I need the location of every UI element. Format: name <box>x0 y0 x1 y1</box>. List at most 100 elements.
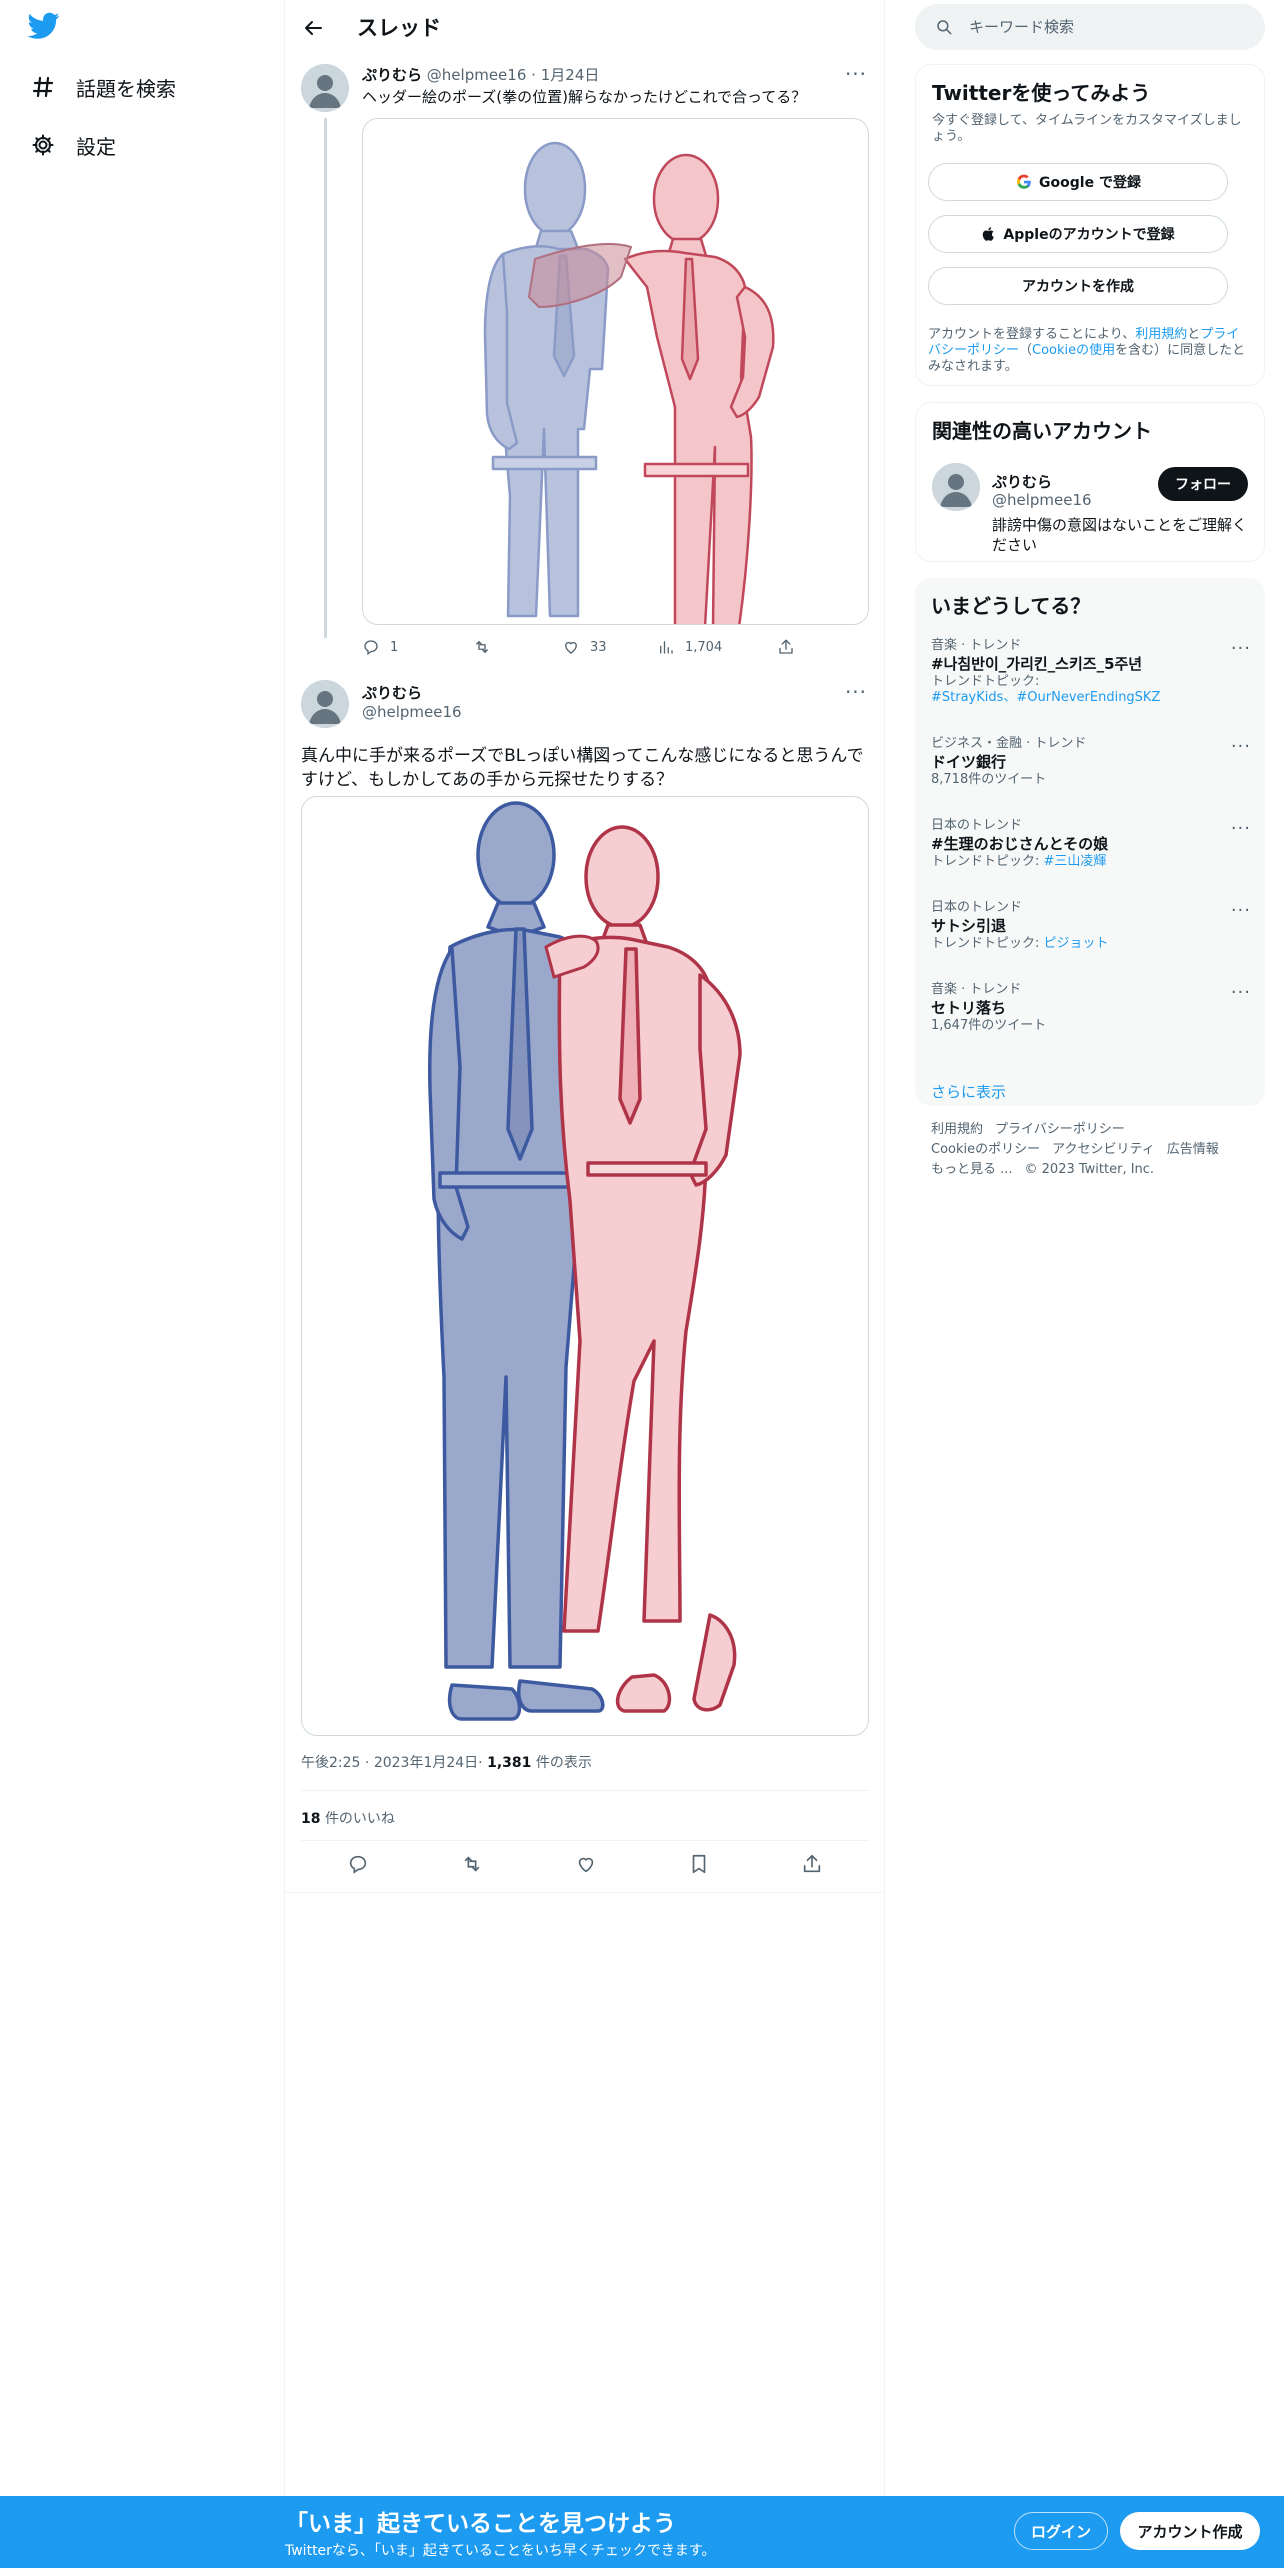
view-count: 1,381 <box>487 1755 532 1771</box>
nav-explore[interactable]: 話題を検索 <box>28 62 176 112</box>
bookmark-icon[interactable] <box>688 1853 710 1879</box>
search-box[interactable] <box>915 4 1265 50</box>
author-handle[interactable]: @helpmee16 <box>362 703 462 721</box>
thread-connector-line <box>324 118 327 638</box>
trend-item[interactable]: 日本のトレンド #生理のおじさんとその娘 トレンドトピック: #三山凌輝 <box>931 818 1251 870</box>
trend-item[interactable]: 音楽 · トレンド #나침반이_가리킨_스키즈_5주년 トレンドトピック: #S… <box>931 638 1251 706</box>
related-accounts-card: 関連性の高いアカウント ぷりむら @helpmee16 フォロー 誹謗中傷の意図… <box>915 402 1265 562</box>
tweet-text: ヘッダー絵のポーズ(拳の位置)解らなかったけどこれで合ってる？ <box>362 88 807 106</box>
heart-icon[interactable] <box>575 1853 597 1879</box>
apple-signup-button[interactable]: Appleのアカウントで登録 <box>928 215 1228 253</box>
apple-signup-label: Appleのアカウントで登録 <box>1003 227 1175 243</box>
follow-button[interactable]: フォロー <box>1158 467 1248 501</box>
reply-button[interactable]: 1 <box>362 638 472 656</box>
trends-card: いまどうしてる？ 音楽 · トレンド #나침반이_가리킨_스키즈_5주년 トレン… <box>915 578 1265 1106</box>
share-icon[interactable] <box>801 1853 823 1879</box>
footer-accessibility[interactable]: アクセシビリティ <box>1052 1142 1155 1157</box>
footer-privacy[interactable]: プライバシーポリシー <box>995 1122 1125 1137</box>
tweet-image[interactable] <box>362 118 869 625</box>
tweet-timestamp: 午後2:25 · 2023年1月24日· 1,381 件の表示 <box>301 1755 592 1771</box>
like-count: 18 <box>301 1811 321 1827</box>
more-options-icon[interactable]: ··· <box>841 62 871 86</box>
author-name[interactable]: ぷりむら <box>362 682 422 703</box>
more-options-icon[interactable]: ··· <box>841 680 871 704</box>
hashtag-icon <box>28 72 58 102</box>
retweet-icon[interactable] <box>460 1853 484 1879</box>
like-count-label: 件のいいね <box>324 1811 395 1827</box>
trends-title: いまどうしてる？ <box>931 594 1091 618</box>
reply-icon[interactable] <box>347 1853 369 1879</box>
more-options-icon[interactable]: ··· <box>1231 900 1251 921</box>
heart-icon <box>565 641 577 654</box>
tweet-date[interactable]: 1月24日 <box>541 66 600 84</box>
analytics-icon <box>660 641 673 654</box>
terms-link[interactable]: 利用規約 <box>1135 327 1187 342</box>
reply-count: 1 <box>390 639 399 655</box>
tweet-actions: 1 33 1,704 <box>362 638 842 656</box>
search-input[interactable] <box>967 17 1237 37</box>
more-options-icon[interactable]: ··· <box>1231 638 1251 659</box>
google-signup-button[interactable]: Google で登録 <box>928 163 1228 201</box>
tweet-date[interactable]: 2023年1月24日 <box>374 1755 478 1771</box>
login-button[interactable]: ログイン <box>1014 2512 1108 2550</box>
related-name[interactable]: ぷりむら <box>992 471 1052 492</box>
avatar[interactable] <box>301 64 349 112</box>
related-bio: 誹謗中傷の意図はないことをご理解ください <box>992 516 1248 554</box>
share-button[interactable] <box>777 638 805 656</box>
more-options-icon[interactable]: ··· <box>1231 982 1251 1003</box>
retweet-icon <box>476 640 488 654</box>
related-handle[interactable]: @helpmee16 <box>992 491 1092 509</box>
reply-icon <box>364 640 378 656</box>
views-button[interactable]: 1,704 <box>657 638 777 656</box>
thread-header: スレッド <box>285 0 885 54</box>
signup-legal-text: アカウントを登録することにより、利用規約とプライバシーポリシー（Cookieの使… <box>928 327 1246 374</box>
author-name[interactable]: ぷりむら <box>362 66 422 84</box>
signup-card-title: Twitterを使ってみよう <box>932 81 1151 105</box>
like-count: 33 <box>590 639 607 655</box>
divider <box>285 1892 885 1893</box>
footer-cookie[interactable]: Cookieのポリシー <box>931 1142 1040 1157</box>
retweet-button[interactable] <box>472 638 562 656</box>
signup-banner: 「いま」起きていることを見つけよう Twitterなら、「いま」起きていることを… <box>0 2496 1284 2568</box>
signup-button[interactable]: アカウント作成 <box>1120 2512 1260 2550</box>
apple-icon <box>983 227 995 241</box>
footer-more[interactable]: もっと見る ... <box>931 1162 1013 1177</box>
footer-links: 利用規約 プライバシーポリシー Cookieのポリシー アクセシビリティ 広告情報 も… <box>931 1120 1261 1180</box>
avatar[interactable] <box>301 680 349 728</box>
divider <box>301 1790 869 1791</box>
create-account-button[interactable]: アカウントを作成 <box>928 267 1228 305</box>
more-options-icon[interactable]: ··· <box>1231 818 1251 839</box>
left-navigation: 話題を検索 設定 <box>0 0 285 2496</box>
nav-settings[interactable]: 設定 <box>28 120 116 170</box>
share-icon <box>779 639 793 654</box>
nav-explore-label: 話題を検索 <box>76 76 176 101</box>
google-icon <box>1017 174 1031 189</box>
avatar[interactable] <box>932 463 980 511</box>
tweet-text: 真ん中に手が来るポーズでBLっぽい構図ってこんな感じになると思うんですけど、もし… <box>301 746 864 790</box>
more-options-icon[interactable]: ··· <box>1231 736 1251 757</box>
tweet-actions <box>301 1848 869 1884</box>
cookie-link[interactable]: Cookieの使用 <box>1032 343 1115 358</box>
google-signup-label: Google で登録 <box>1039 175 1141 191</box>
tweet-time[interactable]: 午後2:25 <box>301 1755 360 1771</box>
signup-card: Twitterを使ってみよう 今すぐ登録して、タイムラインをカスタマイズしましょ… <box>915 64 1265 386</box>
gear-icon <box>28 130 58 160</box>
related-accounts-title: 関連性の高いアカウント <box>932 419 1152 443</box>
footer-terms[interactable]: 利用規約 <box>931 1122 983 1137</box>
back-arrow-icon[interactable] <box>295 10 331 46</box>
show-more-link[interactable]: さらに表示 <box>931 1081 1006 1102</box>
signup-card-subtitle: 今すぐ登録して、タイムラインをカスタマイズしましょう。 <box>932 113 1242 144</box>
twitter-bird-icon[interactable] <box>27 12 64 44</box>
thread-column: スレッド ぷりむら @helpmee16 · 1月24日 ··· ヘッダー絵のポ… <box>285 0 885 2496</box>
tweet-header: ぷりむら @helpmee16 · 1月24日 <box>362 66 600 84</box>
trend-item[interactable]: 音楽 · トレンド セトリ落ち 1,647件のツイート <box>931 982 1251 1034</box>
footer-ads[interactable]: 広告情報 <box>1167 1142 1219 1157</box>
trend-item[interactable]: ビジネス・金融 · トレンド ドイツ銀行 8,718件のツイート <box>931 736 1251 788</box>
figure-drawing-1 <box>483 141 775 624</box>
view-count: 1,704 <box>685 639 723 655</box>
tweet-image[interactable] <box>301 796 869 1736</box>
author-handle[interactable]: @helpmee16 <box>427 66 527 84</box>
likes-summary[interactable]: 18 件のいいね <box>301 1808 395 1828</box>
like-button[interactable]: 33 <box>562 638 657 656</box>
trend-item[interactable]: 日本のトレンド サトシ引退 トレンドトピック: ピジョット <box>931 900 1251 952</box>
